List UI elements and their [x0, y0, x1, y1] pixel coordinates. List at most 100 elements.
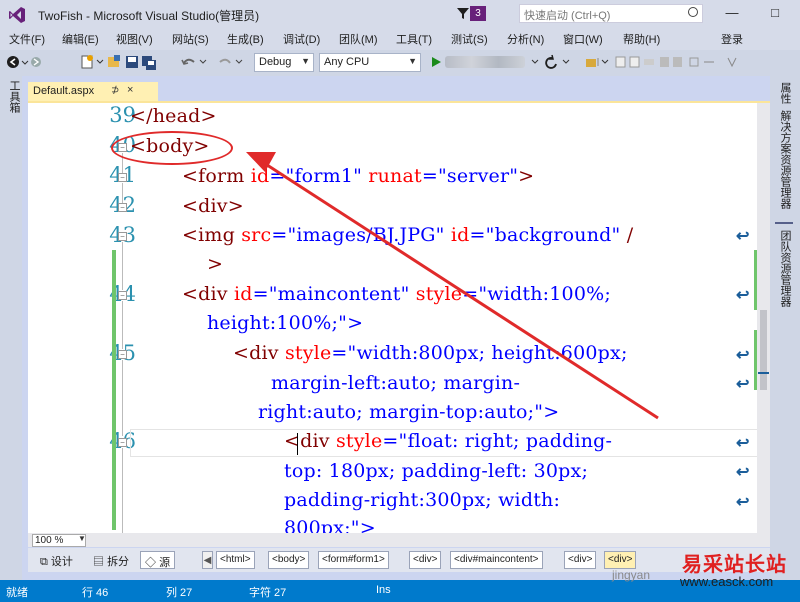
code-line: height:100%;">: [207, 312, 364, 334]
word-wrap-icon: ↩: [736, 494, 750, 511]
split-icon: ▤: [93, 556, 104, 568]
visual-studio-logo-icon: [9, 7, 25, 23]
status-column: 列 27: [166, 587, 193, 599]
breadcrumb-div[interactable]: <div>: [564, 551, 597, 569]
minimize-button[interactable]: —: [722, 4, 742, 22]
status-line: 行 46: [82, 587, 109, 599]
site-watermark-url: www.easck.com: [680, 574, 774, 589]
menu-test[interactable]: 测试(S): [451, 31, 488, 47]
tab-divider: [775, 222, 793, 224]
menu-file[interactable]: 文件(F): [9, 31, 45, 47]
breadcrumb-html[interactable]: <html>: [216, 551, 255, 569]
filter-icon[interactable]: [456, 6, 470, 20]
file-save-icons[interactable]: [80, 54, 170, 70]
fold-guide: [122, 242, 123, 290]
menu-edit[interactable]: 编辑(E): [62, 31, 99, 47]
line-number: 39: [109, 103, 136, 127]
change-indicator: [754, 250, 757, 310]
undo-redo-icon[interactable]: [180, 54, 246, 70]
menu-debug[interactable]: 调试(D): [283, 31, 320, 47]
code-line: padding-right:300px; width:: [284, 489, 561, 511]
code-line: <div style="width:800px; height:600px;: [233, 342, 628, 364]
notification-badge[interactable]: 3: [470, 6, 486, 21]
solution-explorer-tab[interactable]: 解决方案资源管理器: [777, 110, 793, 209]
code-line: >: [207, 253, 224, 275]
breadcrumb-form[interactable]: <form#form1>: [318, 551, 389, 569]
status-insert-mode: Ins: [376, 584, 391, 596]
maximize-button[interactable]: □: [765, 4, 785, 22]
source-label: 源: [159, 557, 171, 569]
quick-launch-input[interactable]: 快速启动 (Ctrl+Q): [519, 4, 703, 23]
collapse-div-icon[interactable]: −: [118, 203, 127, 212]
code-line: <div>: [182, 195, 244, 217]
platform-value: Any CPU: [324, 56, 370, 68]
fold-guide: [122, 448, 123, 533]
split-view-button[interactable]: ▤ 拆分: [89, 551, 133, 569]
source-view-button[interactable]: ◇ 源: [140, 551, 176, 569]
design-view-button[interactable]: ⧉ 设计: [36, 551, 77, 569]
close-tab-button[interactable]: ×: [127, 84, 133, 96]
code-line: top: 180px; padding-left: 30px;: [284, 460, 589, 482]
word-wrap-icon: ↩: [736, 347, 750, 364]
collapse-div-icon[interactable]: −: [118, 291, 127, 300]
collapse-div-icon[interactable]: −: [118, 438, 127, 447]
menu-tools[interactable]: 工具(T): [396, 31, 432, 47]
properties-tab[interactable]: 属性: [777, 82, 793, 104]
collapse-form-icon[interactable]: −: [118, 173, 127, 182]
collapse-div-icon[interactable]: −: [118, 350, 127, 359]
toolbox-tab[interactable]: 工具箱: [6, 80, 22, 113]
fold-guide: [122, 360, 123, 436]
word-wrap-icon: ↩: [736, 287, 750, 304]
breadcrumb-div-current[interactable]: <div>: [604, 551, 637, 569]
word-wrap-icon: ↩: [736, 376, 750, 393]
code-line: right:auto; margin-top:auto;">: [258, 401, 560, 423]
status-ready: 就绪: [6, 587, 28, 599]
site-watermark-cn: 易采站长站: [682, 552, 787, 576]
change-indicator: [754, 330, 757, 390]
menu-analyze[interactable]: 分析(N): [507, 31, 544, 47]
breadcrumb-scroll-left-icon[interactable]: ◀: [202, 551, 213, 569]
platform-select[interactable]: Any CPU ▼: [319, 53, 421, 72]
menu-website[interactable]: 网站(S): [172, 31, 209, 47]
zoom-row: [28, 533, 770, 547]
collapse-img-icon[interactable]: −: [118, 232, 127, 241]
caret-position-marker: [758, 372, 769, 374]
chevron-down-icon: ▼: [78, 534, 86, 543]
menu-window[interactable]: 窗口(W): [563, 31, 603, 47]
split-label: 拆分: [107, 556, 130, 568]
word-wrap-icon: ↩: [736, 464, 750, 481]
menu-build[interactable]: 生成(B): [227, 31, 264, 47]
menu-team[interactable]: 团队(M): [339, 31, 378, 47]
scrollbar-thumb[interactable]: [760, 310, 767, 390]
breadcrumb-maincontent[interactable]: <div#maincontent>: [450, 551, 543, 569]
pin-icon[interactable]: ⊅: [111, 85, 119, 96]
breadcrumb-body[interactable]: <body>: [268, 551, 310, 569]
code-line: <div style="float: right; padding-: [284, 430, 613, 452]
play-icon: [432, 57, 441, 67]
design-label: 设计: [50, 556, 73, 568]
source-icon: ◇: [145, 557, 156, 569]
menu-help[interactable]: 帮助(H): [623, 31, 660, 47]
status-character: 字符 27: [249, 587, 287, 599]
code-line: </head>: [130, 105, 217, 127]
design-icon: ⧉: [40, 556, 48, 568]
configuration-select[interactable]: Debug ▼: [254, 53, 314, 72]
code-line: <div id="maincontent" style="width:100%;: [182, 283, 611, 305]
window-title: TwoFish - Microsoft Visual Studio(管理员): [38, 9, 260, 23]
toolbar-extra-icons[interactable]: [530, 54, 760, 70]
breadcrumb-div[interactable]: <div>: [409, 551, 442, 569]
sign-in-link[interactable]: 登录: [721, 31, 743, 47]
jingyan-watermark: jingyan: [612, 568, 651, 582]
team-explorer-tab[interactable]: 团队资源管理器: [777, 230, 793, 307]
annotation-circle: [111, 131, 233, 165]
blurred-browser-name: [445, 56, 525, 68]
vs-window: TwoFish - Microsoft Visual Studio(管理员) 3…: [0, 0, 800, 602]
menu-view[interactable]: 视图(V): [116, 31, 153, 47]
fold-guide: [122, 301, 123, 349]
fold-guide: [122, 183, 123, 203]
navigate-back-forward-icon[interactable]: [6, 54, 46, 70]
chevron-down-icon: ▼: [408, 56, 417, 66]
search-icon: [688, 7, 698, 17]
chevron-down-icon: ▼: [301, 56, 310, 66]
configuration-value: Debug: [259, 56, 292, 68]
